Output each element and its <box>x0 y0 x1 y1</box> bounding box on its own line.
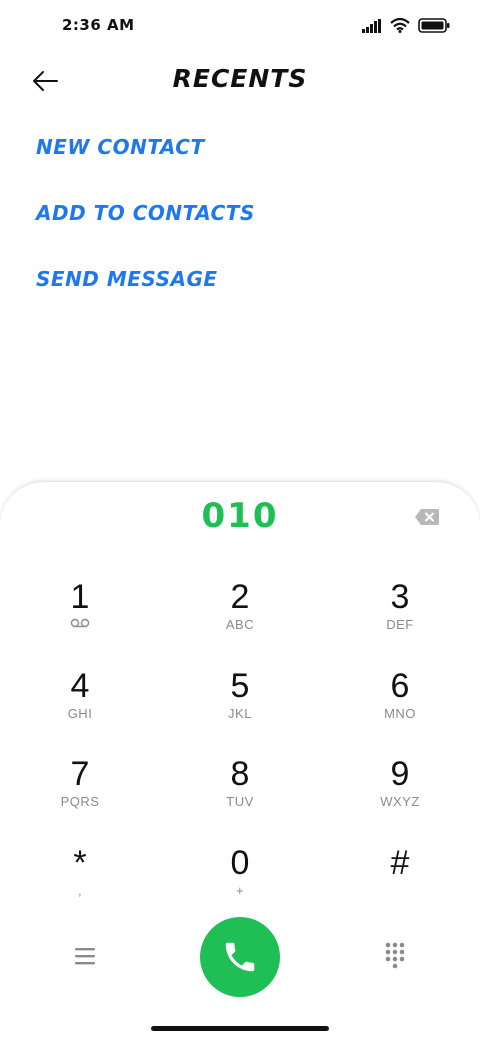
key-0[interactable]: 0 + <box>160 844 320 924</box>
key-7[interactable]: 7 PQRS <box>0 755 160 835</box>
backspace-button[interactable] <box>414 508 440 526</box>
key-star-digit: * <box>73 844 87 882</box>
key-3[interactable]: 3 DEF <box>320 578 480 658</box>
key-hash[interactable]: # <box>320 844 480 924</box>
key-1-digit: 1 <box>70 578 90 616</box>
key-3-letters: DEF <box>386 617 414 632</box>
key-6-digit: 6 <box>390 667 410 705</box>
key-5[interactable]: 5 JKL <box>160 667 320 747</box>
key-7-digit: 7 <box>70 755 90 793</box>
key-4[interactable]: 4 GHI <box>0 667 160 747</box>
status-icons <box>362 18 450 33</box>
add-to-contacts-button[interactable]: ADD TO CONTACTS <box>36 196 255 262</box>
key-0-letters: + <box>235 883 245 898</box>
send-message-button[interactable]: SEND MESSAGE <box>36 262 255 328</box>
key-9-digit: 9 <box>390 755 410 793</box>
status-time: 2:36 AM <box>62 16 135 34</box>
wifi-icon <box>390 18 410 33</box>
page-title: RECENTS <box>172 64 308 93</box>
key-6[interactable]: 6 MNO <box>320 667 480 747</box>
menu-icon <box>75 948 95 965</box>
key-3-digit: 3 <box>390 578 410 616</box>
dialpad-toggle-button[interactable] <box>384 941 406 969</box>
key-7-letters: PQRS <box>60 794 100 809</box>
key-1[interactable]: 1 <box>0 578 160 658</box>
key-8-digit: 8 <box>230 755 250 793</box>
key-0-digit: 0 <box>230 844 250 882</box>
key-9[interactable]: 9 WXYZ <box>320 755 480 835</box>
key-9-letters: WXYZ <box>380 794 420 809</box>
call-button[interactable] <box>200 917 280 997</box>
battery-icon <box>418 18 450 33</box>
new-contact-button[interactable]: NEW CONTACT <box>36 130 255 196</box>
key-8-letters: TUV <box>226 794 254 809</box>
voicemail-icon <box>0 616 160 634</box>
key-2-letters: ABC <box>225 617 255 632</box>
key-2-digit: 2 <box>230 578 250 616</box>
dialed-number: 010 <box>201 496 279 536</box>
key-star-letters: , <box>77 883 83 898</box>
key-star[interactable]: * , <box>0 844 160 924</box>
top-bar: RECENTS <box>0 54 480 110</box>
phone-icon <box>225 942 255 972</box>
key-2[interactable]: 2 ABC <box>160 578 320 658</box>
key-hash-digit: # <box>390 844 410 882</box>
key-4-letters: GHI <box>67 706 93 721</box>
backspace-icon <box>415 509 439 525</box>
action-list: NEW CONTACT ADD TO CONTACTS SEND MESSAGE <box>36 130 255 328</box>
signal-icon <box>362 18 381 33</box>
status-bar: 2:36 AM <box>0 0 480 54</box>
dialer-panel: 010 1 2 ABC 3 DEF 4 GHI 5 JKL 6 MNO 7 PQ… <box>0 481 480 1041</box>
menu-button[interactable] <box>72 945 98 967</box>
key-5-digit: 5 <box>230 667 250 705</box>
dialpad-icon <box>385 942 405 969</box>
key-4-digit: 4 <box>70 667 90 705</box>
key-8[interactable]: 8 TUV <box>160 755 320 835</box>
key-6-letters: MNO <box>384 706 416 721</box>
home-indicator[interactable] <box>151 1026 329 1031</box>
dialer-actions <box>0 917 480 997</box>
key-5-letters: JKL <box>228 706 252 721</box>
